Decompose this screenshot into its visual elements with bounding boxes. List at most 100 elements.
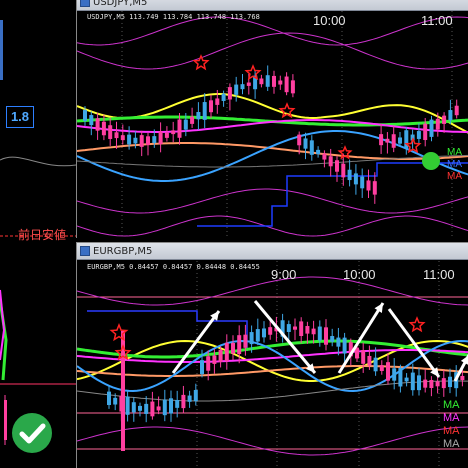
usdjpy-candle-body [259, 78, 264, 85]
eurgbp-candle-body [249, 332, 254, 345]
usdjpy-candle-body [454, 105, 459, 116]
eurgbp-candle-body [131, 402, 136, 413]
usdjpy-candle-body [347, 169, 352, 181]
eurgbp-candle-body [336, 337, 341, 347]
eurgbp-candle-body [206, 356, 211, 371]
prev-day-low-label: 前日安値 [18, 228, 67, 242]
chart-window-icon [80, 246, 90, 256]
eurgbp-candle-body [317, 326, 322, 341]
star-marker-icon [192, 54, 210, 71]
usdjpy-candle-body [448, 110, 453, 121]
usdjpy-candle-body [83, 110, 87, 121]
eurgbp-candle-body [379, 365, 384, 371]
usdjpy-candle-body [133, 137, 138, 144]
usdjpy-candle-body [366, 180, 371, 191]
eurgbp-candle-body [286, 324, 291, 332]
eurgbp-candle-body [200, 360, 204, 375]
eurgbp-window-title: EURGBP,M5 [93, 246, 153, 257]
eurgbp-candle-body [311, 328, 316, 335]
ma-gray [77, 154, 468, 168]
usdjpy-legend-ma-1: MA [447, 147, 462, 158]
usdjpy-window-title: USDJPY,M5 [93, 0, 148, 8]
eurgbp-candle-body [404, 377, 409, 382]
eurgbp-window-titlebar[interactable]: EURGBP,M5 [77, 243, 468, 260]
ma-magenta [77, 119, 468, 133]
usdjpy-candle-body [127, 134, 132, 145]
usdjpy-candle-body [316, 149, 321, 155]
usdjpy-candle-body [303, 138, 308, 149]
eurgbp-candle-body [299, 321, 304, 337]
usdjpy-candle-body [209, 100, 213, 113]
eurgbp-candle-body [150, 401, 155, 417]
eurgbp-candle-body [212, 355, 217, 364]
usdjpy-candle-body [328, 156, 333, 167]
eurgbp-candle-body [330, 336, 335, 342]
eurgbp-candle-body [268, 327, 273, 335]
lower-band [77, 426, 468, 456]
usdjpy-window-titlebar[interactable]: USDJPY,M5 [77, 0, 468, 11]
usdjpy-candle-body [190, 116, 195, 124]
usdjpy-chart-graphics [77, 11, 468, 238]
eurgbp-candle-body [144, 403, 149, 414]
eurgbp-candle-body [193, 389, 198, 402]
eurgbp-candle-body [162, 399, 167, 416]
usdjpy-candle-body [322, 153, 327, 160]
usdjpy-time-label-2: 11:00 [421, 13, 453, 28]
eurgbp-legend-ma-4: MA [443, 438, 460, 450]
eurgbp-candle-body [435, 381, 440, 387]
eurgbp-candle-body [441, 378, 446, 389]
usdjpy-chart-area[interactable]: USDJPY,M5 113.749 113.784 113.748 113.76… [77, 11, 468, 238]
usdjpy-candle-body [265, 75, 270, 87]
eurgbp-candle-body [342, 337, 347, 354]
usdjpy-candle-body [309, 140, 314, 155]
eurgbp-candle-body [293, 326, 297, 330]
eurgbp-candle-body [460, 375, 465, 381]
eurgbp-candle-body [448, 376, 452, 388]
usdjpy-candle-body [272, 75, 276, 87]
eurgbp-legend-ma-2: MA [443, 412, 460, 424]
usdjpy-candle-body [360, 176, 365, 189]
usdjpy-candle-body [353, 173, 358, 185]
usdjpy-candle-body [215, 98, 220, 105]
eurgbp-candle-body [262, 328, 266, 338]
eurgbp-candle-body [175, 399, 180, 408]
usdjpy-candle-body [221, 93, 226, 101]
usdjpy-candle-body [442, 115, 447, 124]
usdjpy-candle-body [398, 137, 402, 144]
usdjpy-legend-ma-2: MA [447, 159, 462, 170]
usdjpy-candle-body [101, 121, 106, 136]
eurgbp-candle-body [138, 405, 142, 411]
eurgbp-chart-window[interactable]: EURGBP,M5 EURGBP,M5 0.84457 0.84457 0.84… [76, 242, 468, 468]
usdjpy-legend-ma-3: MA [447, 171, 462, 182]
left-chart-panel: 1.8 前日安値 [0, 0, 76, 468]
eurgbp-candle-body [423, 379, 428, 388]
usdjpy-candle-body [177, 119, 182, 138]
eurgbp-candle-body [398, 367, 403, 387]
usdjpy-candle-body [158, 131, 163, 145]
eurgbp-chart-graphics [77, 261, 468, 468]
usdjpy-candle-body [95, 118, 100, 131]
usdjpy-candle-body [416, 131, 421, 139]
eurgbp-time-label-3: 11:00 [423, 267, 455, 282]
chart-window-icon [80, 0, 90, 7]
eurgbp-ohlc-readout: EURGBP,M5 0.84457 0.84457 0.84448 0.8445… [87, 263, 260, 271]
usdjpy-candle-body [89, 115, 94, 126]
eurgbp-candle-body [187, 395, 192, 402]
usdjpy-candle-body [240, 84, 245, 90]
eurgbp-candle-body [231, 342, 235, 354]
eurgbp-time-label-2: 10:00 [343, 267, 376, 282]
usdjpy-candle-body [146, 136, 150, 145]
usdjpy-candle-body [234, 84, 239, 95]
usdjpy-candle-body [435, 118, 440, 130]
usdjpy-candle-body [171, 130, 176, 135]
usdjpy-chart-window[interactable]: USDJPY,M5 USDJPY,M5 113.749 113.784 113.… [76, 0, 468, 238]
eurgbp-candle-body [386, 362, 390, 381]
usdjpy-candle-body [114, 132, 119, 139]
check-icon [12, 413, 52, 453]
usdjpy-candle-body [391, 134, 396, 148]
usdjpy-candle-body [335, 160, 339, 172]
star-marker-icon [408, 316, 426, 333]
usdjpy-candle-body [379, 134, 384, 146]
usdjpy-candle-body [183, 119, 188, 130]
eurgbp-chart-area[interactable]: EURGBP,M5 0.84457 0.84457 0.84448 0.8445… [77, 261, 468, 468]
